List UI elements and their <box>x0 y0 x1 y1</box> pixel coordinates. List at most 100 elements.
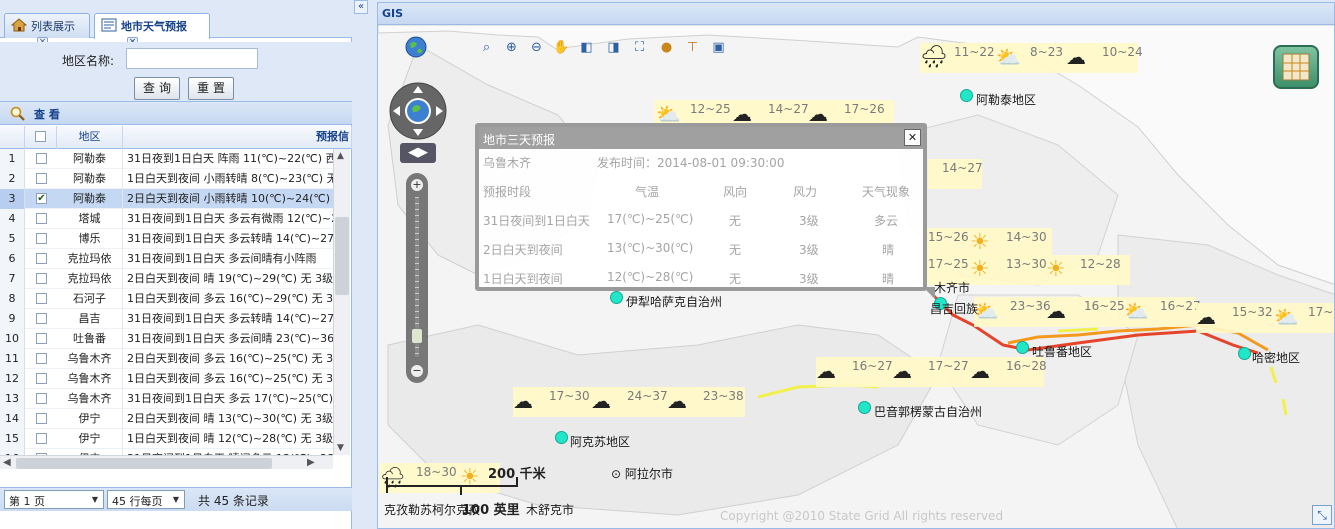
weather-marker[interactable]: 🌧 11~22 ⛅ 8~23 ☁ 10~24 <box>920 43 1143 73</box>
table-row[interactable]: 5 博乐 31日夜间到1日白天 多云转晴 14(℃)~27(℃) <box>0 229 333 249</box>
zoom-plus-icon[interactable]: + <box>411 179 423 191</box>
region-input[interactable] <box>126 48 258 69</box>
scroll-thumb[interactable] <box>16 458 272 469</box>
table-row[interactable]: 11 乌鲁木齐 2日白天到夜间 多云 16(℃)~25(℃) 无 3 <box>0 349 333 369</box>
vertical-scrollbar[interactable]: ▲ ▼ <box>333 149 350 455</box>
zoom-slider[interactable]: + − <box>406 173 428 383</box>
row-checkbox[interactable] <box>36 313 47 324</box>
identify-icon[interactable]: ▣ <box>710 39 727 56</box>
row-checkbox[interactable]: ✔ <box>36 193 47 204</box>
overview-map-button[interactable] <box>1273 45 1319 89</box>
weather-marker[interactable]: ☁ 17~30 ☁ 24~37 ☁ 23~38 <box>513 387 745 417</box>
horizontal-scrollbar[interactable]: ◀ ▶ <box>0 455 333 469</box>
table-row[interactable]: 6 克拉玛依 31日夜间到1日白天 多云间晴有小阵雨 <box>0 249 333 269</box>
table-row[interactable]: 13 乌鲁木齐 31日夜间到1日白天 多云 17(℃)~25(℃) <box>0 389 333 409</box>
scroll-up-icon[interactable]: ▲ <box>337 151 344 161</box>
row-checkbox[interactable] <box>36 413 47 424</box>
pan-hand-icon[interactable]: ✋ <box>553 39 570 56</box>
table-row[interactable]: 15 伊宁 1日白天到夜间 晴 12(℃)~28(℃) 无 3级 <box>0 429 333 449</box>
map-canvas[interactable]: ⌕ ⊕ ⊖ ✋ ◧ ◨ ⛶ ● ⊤ ▣ ◀▶ + − 🌧 11~22 ⛅ 8~2… <box>378 25 1334 528</box>
row-checkbox-cell[interactable] <box>25 349 56 369</box>
zoom-minus-icon[interactable]: − <box>411 365 423 377</box>
measure-icon[interactable]: ⊤ <box>684 39 701 56</box>
row-checkbox-cell[interactable] <box>25 289 56 309</box>
table-row[interactable]: 1 阿勒泰 31日夜到1日白天 阵雨 11(℃)~22(℃) 西 <box>0 149 333 169</box>
row-checkbox[interactable] <box>36 213 47 224</box>
table-row[interactable]: 4 塔城 31日夜间到1日白天 多云有微雨 12(℃)~2 <box>0 209 333 229</box>
weather-marker[interactable]: 15~26 ☀ 14~30 <box>926 228 1052 258</box>
clear-icon[interactable]: ● <box>658 39 675 56</box>
row-checkbox-cell[interactable] <box>25 309 56 329</box>
row-checkbox-cell[interactable] <box>25 149 56 169</box>
header-forecast[interactable]: 预报信 <box>123 126 352 149</box>
city-marker[interactable] <box>610 291 623 304</box>
select-all-checkbox[interactable] <box>35 131 46 142</box>
row-checkbox-cell[interactable]: ✔ <box>25 189 56 209</box>
zoom-in-icon[interactable]: ⊕ <box>503 39 520 56</box>
tab-city-weather[interactable]: 地市天气预报× <box>94 13 210 48</box>
row-checkbox-cell[interactable] <box>25 249 56 269</box>
row-checkbox-cell[interactable] <box>25 389 56 409</box>
city-marker[interactable] <box>1016 341 1029 354</box>
row-checkbox[interactable] <box>36 433 47 444</box>
row-checkbox[interactable] <box>36 373 47 384</box>
city-marker[interactable] <box>858 401 871 414</box>
row-checkbox[interactable] <box>36 233 47 244</box>
row-checkbox[interactable] <box>36 253 47 264</box>
city-marker[interactable] <box>1238 347 1251 360</box>
zoom-box-icon[interactable]: ⌕ <box>478 39 495 56</box>
row-checkbox-cell[interactable] <box>25 329 56 349</box>
scroll-right-icon[interactable]: ▶ <box>307 457 315 468</box>
row-checkbox[interactable] <box>36 273 47 284</box>
header-region[interactable]: 地区 <box>57 126 123 149</box>
row-checkbox[interactable] <box>36 333 47 344</box>
globe-icon[interactable] <box>405 36 427 58</box>
page-select[interactable]: 第 1 页 ▼ <box>4 490 104 509</box>
per-page-select[interactable]: 45 行每页 ▼ <box>107 490 185 509</box>
table-row[interactable]: 12 乌鲁木齐 1日白天到夜间 多云 16(℃)~25(℃) 无 3 <box>0 369 333 389</box>
scroll-down-icon[interactable]: ▼ <box>337 443 344 453</box>
weather-marker[interactable]: 14~27 <box>928 159 983 189</box>
table-row[interactable]: 8 石河子 1日白天到夜间 多云 16(℃)~29(℃) 无 3 <box>0 289 333 309</box>
row-checkbox-cell[interactable] <box>25 269 56 289</box>
next-extent-icon[interactable]: ◨ <box>605 39 622 56</box>
scroll-thumb[interactable] <box>335 217 349 295</box>
tab-list-view[interactable]: 列表展示× <box>4 13 90 48</box>
table-row[interactable]: 14 伊宁 2日白天到夜间 晴 13(℃)~30(℃) 无 3级 <box>0 409 333 429</box>
expand-icon[interactable]: ⤡ <box>1312 505 1332 525</box>
weather-marker[interactable]: ☁ 16~27 ☁ 17~27 ☁ 16~28 <box>816 357 1047 387</box>
row-checkbox-cell[interactable] <box>25 409 56 429</box>
rotate-control[interactable]: ◀▶ <box>400 143 436 163</box>
city-marker[interactable] <box>960 89 973 102</box>
weather-marker[interactable]: ⛅ 23~36 ☁ 16~25 ⛅ 16~27 <box>974 297 1201 327</box>
row-checkbox[interactable] <box>36 353 47 364</box>
row-checkbox-cell[interactable] <box>25 429 56 449</box>
weather-marker[interactable]: ☁ 15~32 ⛅ 17~ <box>1196 303 1334 333</box>
previous-extent-icon[interactable]: ◧ <box>578 39 595 56</box>
row-checkbox[interactable] <box>36 153 47 164</box>
table-row[interactable]: 9 昌吉 31日夜间到1日白天 多云转晴 14(℃)~27( <box>0 309 333 329</box>
weather-marker[interactable]: 🌧 18~30 ☀ <box>380 463 500 493</box>
row-checkbox[interactable] <box>36 173 47 184</box>
row-checkbox-cell[interactable] <box>25 369 56 389</box>
table-row[interactable]: 7 克拉玛依 2日白天到夜间 晴 19(℃)~29(℃) 无 3级 <box>0 269 333 289</box>
scroll-left-icon[interactable]: ◀ <box>3 457 11 468</box>
zoom-thumb[interactable] <box>412 329 422 343</box>
reset-button[interactable]: 重置 <box>188 77 234 100</box>
row-checkbox-cell[interactable] <box>25 229 56 249</box>
close-icon[interactable]: ✕ <box>904 129 921 146</box>
row-checkbox-cell[interactable] <box>25 209 56 229</box>
full-extent-icon[interactable]: ⛶ <box>631 39 648 56</box>
row-checkbox-cell[interactable] <box>25 169 56 189</box>
city-marker[interactable] <box>555 431 568 444</box>
row-checkbox[interactable] <box>36 293 47 304</box>
collapse-panel-button[interactable]: « <box>354 0 368 14</box>
zoom-out-icon[interactable]: ⊖ <box>528 39 545 56</box>
row-checkbox[interactable] <box>36 393 47 404</box>
header-checkbox[interactable] <box>25 126 57 149</box>
pan-control[interactable] <box>388 81 448 141</box>
table-row[interactable]: 10 吐鲁番 31日夜间到1日白天 多云间晴 23(℃)~36( <box>0 329 333 349</box>
table-row[interactable]: 3 ✔ 阿勒泰 2日白天到夜间 小雨转晴 10(℃)~24(℃) <box>0 189 333 209</box>
table-row[interactable]: 2 阿勒泰 1日白天到夜间 小雨转晴 8(℃)~23(℃) 无 <box>0 169 333 189</box>
query-button[interactable]: 查询 <box>134 77 180 100</box>
